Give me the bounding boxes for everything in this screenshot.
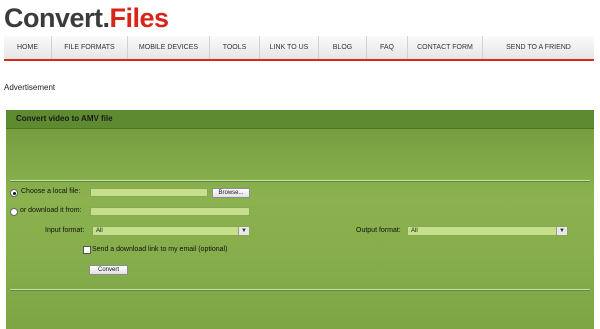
divider-bottom [10,289,590,290]
download-url-label: or download it from: [20,207,82,214]
local-file-radio[interactable] [10,189,18,197]
email-option-label: Send a download link to my email (option… [92,246,228,253]
panel-title: Convert video to AMV file [16,114,113,123]
site-logo[interactable]: Convert.Files [4,3,169,33]
convert-panel: Convert video to AMV file Choose a local… [6,110,594,329]
panel-header: Convert video to AMV file [6,110,594,129]
browse-button[interactable]: Browse... [212,188,250,198]
nav-item-link-to-us[interactable]: LINK TO US [260,36,319,59]
logo-convert: Convert. [4,3,110,33]
local-file-input[interactable] [90,188,208,197]
input-format-label: Input format: [45,227,85,234]
main-nav: HOME FILE FORMATS MOBILE DEVICES TOOLS L… [4,36,594,61]
chevron-down-icon: ▼ [556,227,567,235]
input-format-value: All [96,228,103,234]
convert-button[interactable]: Convert [89,265,128,275]
nav-item-blog[interactable]: BLOG [319,36,367,59]
nav-item-mobile-devices[interactable]: MOBILE DEVICES [128,36,210,59]
local-file-label: Choose a local file: [21,188,81,195]
output-format-value: All [411,228,418,234]
nav-item-file-formats[interactable]: FILE FORMATS [52,36,128,59]
download-url-radio[interactable] [10,208,18,216]
logo-files: Files [109,3,170,33]
nav-item-contact-form[interactable]: CONTACT FORM [408,36,483,59]
advertisement-label: Advertisement [4,83,56,92]
nav-item-home[interactable]: HOME [4,36,52,59]
nav-item-send-to-a-friend[interactable]: SEND TO A FRIEND [483,36,594,59]
nav-item-faq[interactable]: FAQ [367,36,408,59]
nav-item-tools[interactable]: TOOLS [210,36,260,59]
email-option-checkbox[interactable] [83,246,91,254]
download-url-input[interactable] [90,207,250,216]
chevron-down-icon: ▼ [238,227,249,235]
output-format-select[interactable]: All ▼ [407,226,568,236]
input-format-select[interactable]: All ▼ [92,226,250,236]
output-format-label: Output format: [356,227,401,234]
divider-top [10,180,590,181]
